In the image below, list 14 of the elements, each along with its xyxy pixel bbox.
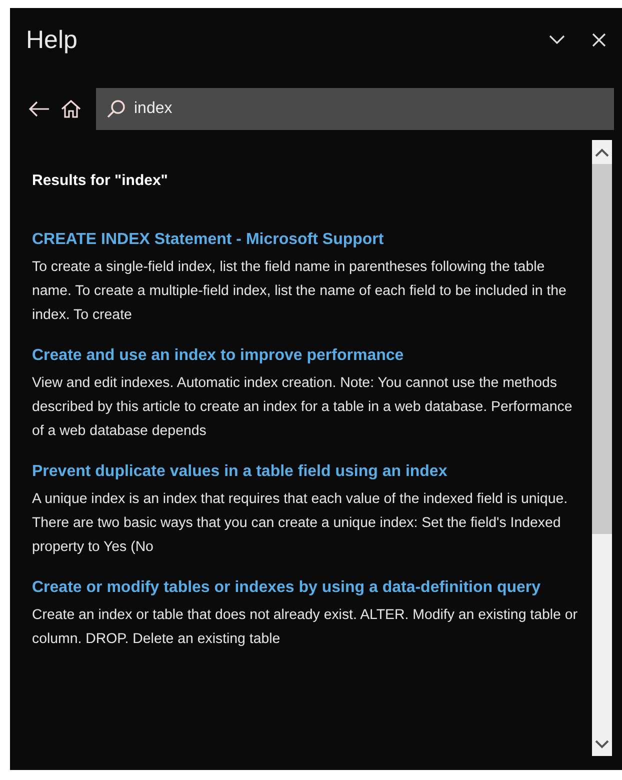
result-snippet: A unique index is an index that requires that each value of the indexed field is unique. There are two basic ways that you can create a unique index: Set the field's Indexed property to Yes (No	[32, 490, 569, 557]
result-snippet: To create a single-field index, list the field name in parentheses following the table name. To create a multiple-field index, list the name of each field to be included in the index. To create	[32, 258, 568, 325]
result-link[interactable]: Create and use an index to improve performance	[32, 343, 584, 369]
result-snippet: Create an index or table that does not already exist. ALTER. Modify an existing table or column. DROP. Delete an existing table	[32, 606, 578, 649]
scrollbar[interactable]	[592, 140, 612, 756]
results-heading: Results for "index"	[32, 172, 169, 189]
search-field[interactable]: index	[96, 88, 614, 130]
result-link[interactable]: Prevent duplicate values in a table field using an index	[32, 459, 584, 485]
scroll-thumb[interactable]	[592, 164, 612, 534]
result-snippet: View and edit indexes. Automatic index creation. Note: You cannot use the methods described by this article to create an index for a table in a web database. Performance of a web database depends	[32, 374, 574, 441]
result-link[interactable]: Create or modify tables or indexes by using a data-definition query	[32, 575, 584, 601]
panel-title: Help	[26, 26, 78, 54]
result-link[interactable]: CREATE INDEX Statement - Microsoft Support	[32, 227, 584, 253]
search-icon	[106, 99, 126, 119]
